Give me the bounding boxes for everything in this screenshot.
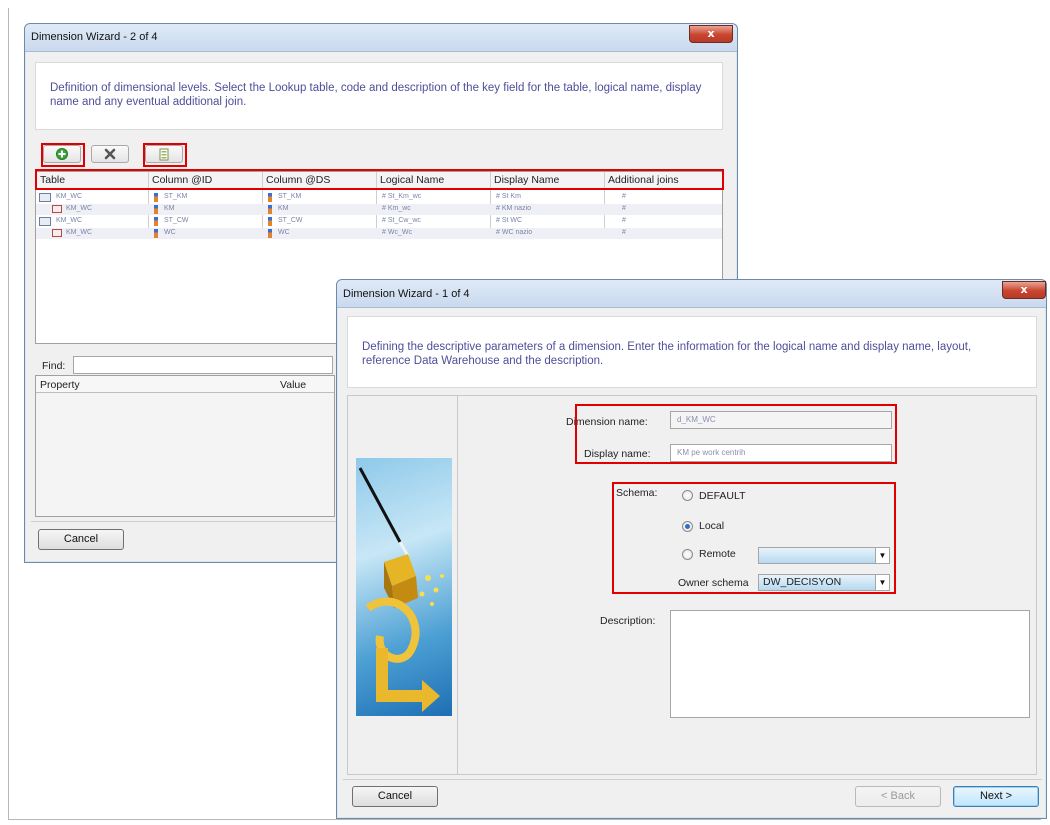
window-body: Defining the descriptive parameters of a… <box>343 308 1042 812</box>
table-cell: ST_KM <box>278 193 302 200</box>
cancel-button[interactable]: Cancel <box>352 786 438 807</box>
column-icon <box>268 229 272 238</box>
column-icon <box>268 217 272 226</box>
close-button[interactable]: x <box>689 25 733 43</box>
table-icon <box>39 193 51 202</box>
title-bar: Dimension Wizard - 1 of 4 x <box>337 280 1046 308</box>
delete-level-button[interactable] <box>91 145 129 163</box>
highlight-names <box>575 404 897 464</box>
table-cell: # <box>622 205 626 212</box>
table-cell: # St_Km_wc <box>382 193 422 200</box>
window-title: Dimension Wizard - 2 of 4 <box>31 31 158 43</box>
highlight-properties <box>143 143 187 167</box>
next-button[interactable]: Next > <box>953 786 1039 807</box>
divider <box>31 521 341 522</box>
child-table-icon <box>52 205 62 213</box>
table-cell: # KM nazio <box>496 205 532 212</box>
table-cell: ST_KM <box>164 193 188 200</box>
back-button[interactable]: < Back <box>855 786 941 807</box>
find-input[interactable] <box>73 356 333 374</box>
table-row[interactable]: KM_WC KM KM # Km_wc # KM nazio # <box>36 204 722 215</box>
wizard-image-strip <box>348 396 458 774</box>
magic-wand-icon <box>358 467 444 712</box>
table-cell: # Wc_Wc <box>382 229 412 236</box>
wizard-illustration <box>356 458 452 716</box>
property-column-header[interactable]: Property <box>40 379 80 391</box>
step-description: Definition of dimensional levels. Select… <box>35 62 723 130</box>
table-row[interactable]: KM_WC ST_KM ST_KM # St_Km_wc # St Km # <box>36 192 722 203</box>
delete-icon <box>104 148 116 160</box>
table-cell: ST_CW <box>278 217 303 224</box>
close-button[interactable]: x <box>1002 281 1046 299</box>
dimension-wizard-step1-window: Dimension Wizard - 1 of 4 x Defining the… <box>336 279 1047 819</box>
table-cell: KM_WC <box>56 193 83 200</box>
table-row[interactable]: KM_WC WC WC # Wc_Wc # WC nazio # <box>36 228 722 239</box>
value-column-header[interactable]: Value <box>280 379 306 391</box>
table-cell: KM <box>164 205 175 212</box>
table-cell: KM_WC <box>56 217 83 224</box>
column-icon <box>268 205 272 214</box>
column-icon <box>154 205 158 214</box>
highlight-add <box>41 143 85 167</box>
cancel-button[interactable]: Cancel <box>38 529 124 550</box>
table-cell: WC <box>278 229 290 236</box>
table-cell: # Km_wc <box>382 205 411 212</box>
description-textarea[interactable] <box>670 610 1030 718</box>
table-row[interactable]: KM_WC ST_CW ST_CW # St_Cw_wc # St WC # <box>36 216 722 227</box>
table-cell: ST_CW <box>164 217 189 224</box>
property-grid: Property Value <box>35 375 335 517</box>
column-icon <box>154 193 158 202</box>
property-grid-header: Property Value <box>36 376 334 393</box>
table-cell: # St WC <box>496 217 523 224</box>
highlight-schema <box>612 482 896 594</box>
table-cell: # <box>622 229 626 236</box>
table-cell: # <box>622 217 626 224</box>
column-icon <box>268 193 272 202</box>
column-icon <box>154 217 158 226</box>
table-cell: KM_WC <box>66 229 93 236</box>
table-cell: # WC nazio <box>496 229 533 236</box>
divider <box>343 779 1042 780</box>
window-title: Dimension Wizard - 1 of 4 <box>343 288 470 300</box>
highlight-columns <box>35 169 724 190</box>
description-label: Description: <box>600 615 656 627</box>
table-cell: KM <box>278 205 289 212</box>
child-table-icon <box>52 229 62 237</box>
column-icon <box>154 229 158 238</box>
title-bar: Dimension Wizard - 2 of 4 x <box>25 24 737 52</box>
find-label: Find: <box>42 360 66 372</box>
table-cell: KM_WC <box>66 205 93 212</box>
table-cell: # <box>622 193 626 200</box>
table-cell: # St Km <box>496 193 521 200</box>
step-description: Defining the descriptive parameters of a… <box>347 316 1037 388</box>
table-cell: # St_Cw_wc <box>382 217 421 224</box>
table-cell: WC <box>164 229 176 236</box>
content-panel: Dimension name: d_KM_WC Display name: KM… <box>347 395 1037 775</box>
table-icon <box>39 217 51 226</box>
